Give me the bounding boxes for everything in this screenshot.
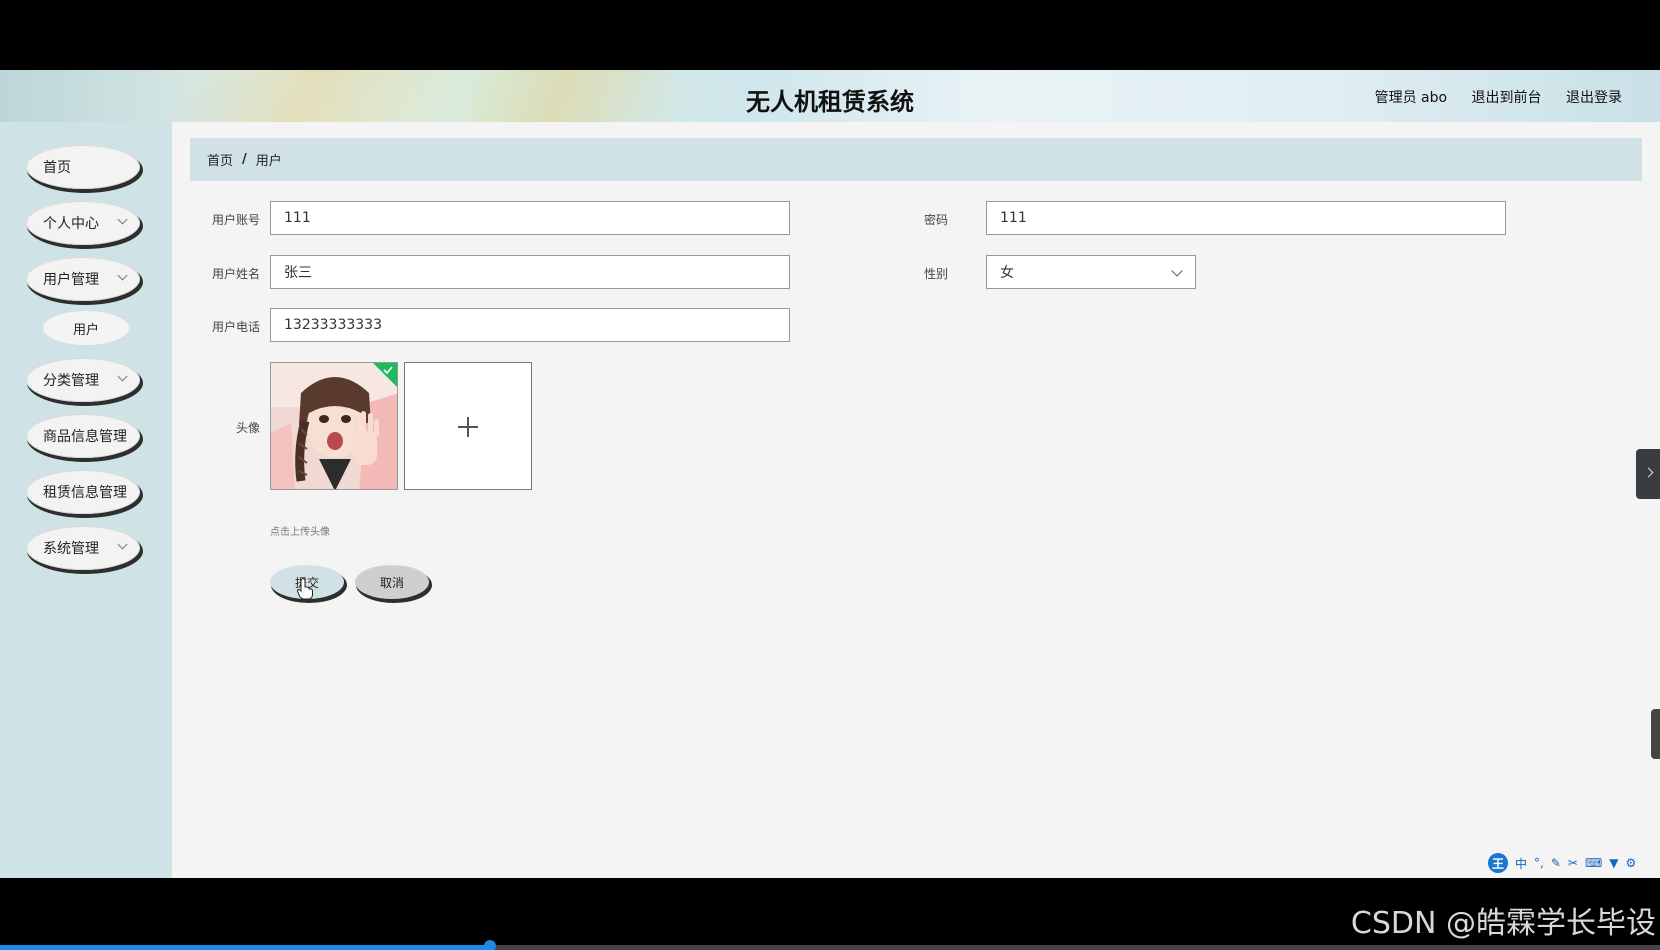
password-label: 密码 xyxy=(923,213,948,227)
password-input[interactable]: 111 xyxy=(986,201,1506,235)
chevron-down-icon xyxy=(117,214,128,225)
sidebar-item-system-management[interactable]: 系统管理 xyxy=(26,526,140,570)
sidebar-item-label: 系统管理 xyxy=(43,541,99,557)
ime-mode-toggle[interactable]: 中 xyxy=(1515,855,1527,872)
avatar-upload-button[interactable] xyxy=(404,362,532,490)
chevron-down-icon xyxy=(117,270,128,281)
sidebar-item-rental-info[interactable]: 租赁信息管理 xyxy=(26,470,140,514)
sidebar-subitem-label: 用户 xyxy=(72,322,99,338)
keyboard-icon[interactable]: ⌨ xyxy=(1585,856,1602,870)
gender-select[interactable]: 女 xyxy=(986,255,1196,289)
account-label: 用户账号 xyxy=(211,213,260,227)
name-input[interactable]: 张三 xyxy=(270,255,790,289)
sidebar-item-label: 分类管理 xyxy=(43,373,99,389)
gender-value: 女 xyxy=(1000,265,1014,281)
exit-to-frontend-link[interactable]: 退出到前台 xyxy=(1472,90,1542,106)
name-label: 用户姓名 xyxy=(211,267,260,281)
top-header: 无人机租赁系统 管理员 abo 退出到前台 退出登录 xyxy=(0,70,1660,122)
breadcrumb-home[interactable]: 首页 xyxy=(207,150,233,169)
chevron-down-icon xyxy=(117,539,128,550)
gear-icon[interactable]: ⚙ xyxy=(1626,856,1637,870)
hand-cursor-icon xyxy=(297,578,313,600)
phone-input[interactable]: 13233333333 xyxy=(270,308,790,342)
breadcrumb: 首页 / 用户 xyxy=(190,138,1642,181)
sidebar-item-label: 用户管理 xyxy=(43,272,99,288)
sidebar: 首页 个人中心 用户管理 用户 分类管理 商品信息管理 租赁信息管理 系统管理 xyxy=(0,122,172,878)
screen: 无人机租赁系统 管理员 abo 退出到前台 退出登录 首页 个人中心 用户管理 … xyxy=(0,0,1660,950)
side-scroll-handle[interactable] xyxy=(1651,709,1660,759)
breadcrumb-current: 用户 xyxy=(255,154,282,169)
account-input[interactable]: 111 xyxy=(270,201,790,235)
pen-icon[interactable]: ✎ xyxy=(1551,856,1561,870)
punctuation-icon[interactable]: °, xyxy=(1534,856,1544,870)
admin-user-label: 管理员 abo xyxy=(1374,90,1448,106)
ime-toolbar: 王 中 °, ✎ ✂ ⌨ ▼ ⚙ xyxy=(1488,852,1660,874)
sidebar-item-label: 个人中心 xyxy=(43,216,99,232)
gender-label: 性别 xyxy=(923,267,948,281)
sidebar-item-label: 商品信息管理 xyxy=(43,429,127,445)
sidebar-item-label: 首页 xyxy=(43,160,71,176)
chevron-right-icon xyxy=(1643,467,1654,478)
sidebar-item-personal-center[interactable]: 个人中心 xyxy=(26,201,140,245)
scissors-icon[interactable]: ✂ xyxy=(1568,856,1578,870)
avatar-label: 头像 xyxy=(235,421,260,435)
name-value: 张三 xyxy=(284,265,312,281)
video-progress-knob[interactable] xyxy=(484,940,496,950)
video-progress-fill xyxy=(0,945,490,950)
sidebar-item-category-management[interactable]: 分类管理 xyxy=(26,358,140,402)
header-links: 管理员 abo 退出到前台 退出登录 xyxy=(1355,87,1622,107)
phone-label: 用户电话 xyxy=(211,320,260,334)
phone-value: 13233333333 xyxy=(284,317,382,333)
chevron-down-icon xyxy=(117,371,128,382)
cancel-button-label: 取消 xyxy=(379,575,404,590)
main-content: 首页 / 用户 用户账号 111 密码 111 用户姓名 张三 性别 女 用户电… xyxy=(172,122,1660,878)
ime-logo-icon[interactable]: 王 xyxy=(1488,853,1508,873)
chevron-down-icon xyxy=(1171,265,1183,277)
sidebar-item-user-management[interactable]: 用户管理 xyxy=(26,257,140,301)
upload-success-check-icon xyxy=(373,363,397,387)
breadcrumb-separator: / xyxy=(242,152,247,167)
avatar-preview[interactable] xyxy=(270,362,398,490)
avatar-upload-hint: 点击上传头像 xyxy=(270,527,330,538)
sidebar-subitem-user[interactable]: 用户 xyxy=(43,311,129,345)
side-panel-toggle[interactable] xyxy=(1636,449,1660,499)
watermark: CSDN @皓霖学长毕设 xyxy=(1350,906,1656,941)
logout-link[interactable]: 退出登录 xyxy=(1566,90,1622,106)
password-value: 111 xyxy=(1000,210,1027,226)
account-value: 111 xyxy=(284,210,311,226)
sidebar-item-label: 租赁信息管理 xyxy=(43,485,127,501)
shirt-icon[interactable]: ▼ xyxy=(1609,856,1618,870)
sidebar-item-home[interactable]: 首页 xyxy=(26,145,140,189)
cancel-button[interactable]: 取消 xyxy=(355,565,429,599)
sidebar-item-product-info[interactable]: 商品信息管理 xyxy=(26,414,140,458)
plus-icon xyxy=(467,417,469,437)
